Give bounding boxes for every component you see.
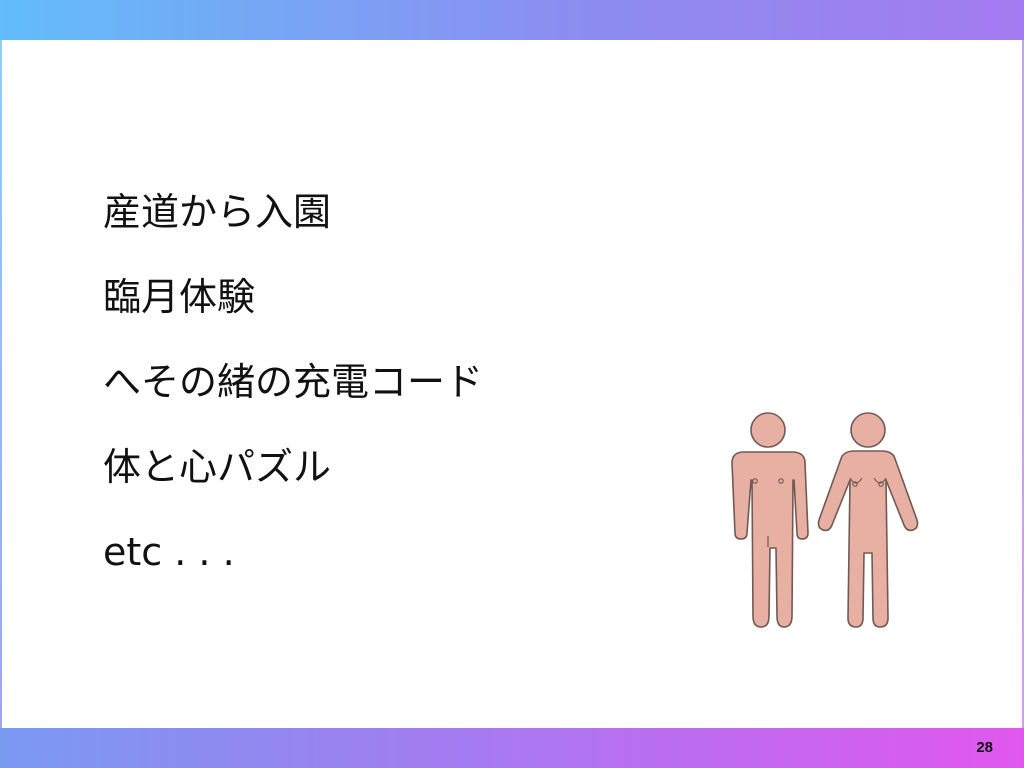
man-head	[750, 412, 786, 448]
list-item: etc . . .	[103, 530, 235, 574]
woman-head	[850, 412, 886, 448]
list-item: へその緒の充電コード	[103, 360, 484, 404]
list-item: 臨月体験	[103, 275, 256, 319]
left-frame-border	[0, 40, 2, 728]
man-body	[731, 451, 809, 628]
bullet-list: 産道から入園 臨月体験 へその緒の充電コード 体と心パズル etc . . .	[103, 192, 483, 617]
slide: 産道から入園 臨月体験 へその緒の充電コード 体と心パズル etc . . . …	[0, 0, 1024, 768]
list-item: 産道から入園	[103, 190, 332, 234]
list-item: 体と心パズル	[103, 445, 332, 489]
man-and-woman-figure-icon	[731, 412, 919, 628]
top-gradient-bar	[0, 0, 1024, 40]
page-number: 28	[976, 739, 993, 756]
woman-body	[817, 450, 919, 628]
bottom-gradient-bar	[0, 728, 1024, 768]
